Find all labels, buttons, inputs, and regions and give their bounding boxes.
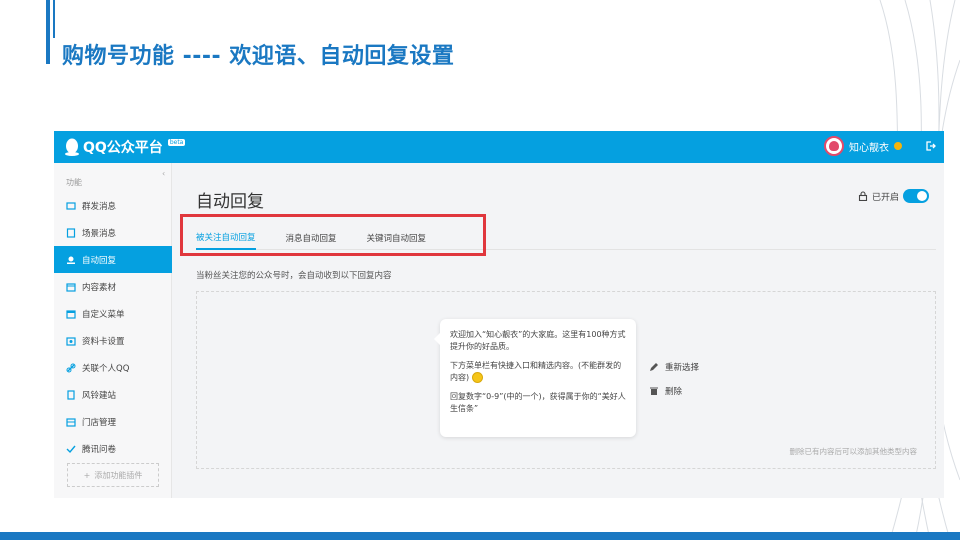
sidebar-item-label: 门店管理	[82, 417, 117, 428]
beta-badge: beta	[167, 138, 186, 146]
add-plugin-label: 添加功能插件	[94, 470, 143, 480]
material-icon	[66, 282, 76, 292]
lock-icon	[858, 191, 868, 201]
sidebar-menu: 群发消息 场景消息 自动回复 内容素材 自定义菜单 资料卡设置 关联个人QQ 风…	[54, 192, 172, 462]
profile-card-icon	[66, 336, 76, 346]
sidebar-item-store[interactable]: 门店管理	[54, 408, 172, 435]
qq-penguin-icon	[65, 138, 79, 156]
survey-icon	[66, 444, 76, 454]
title-accent-line	[53, 0, 55, 38]
bubble-tail	[434, 333, 440, 345]
main-content: 自动回复 已开启 被关注自动回复 消息自动回复 关键词自动回复 当粉丝关注您的公…	[172, 163, 944, 498]
sidebar: 功能 ‹ 群发消息 场景消息 自动回复 内容素材 自定义菜单 资料卡设置 关联个…	[54, 163, 172, 498]
delete-hint: 删除已有内容后可以添加其他类型内容	[789, 447, 918, 456]
sidebar-item-profile-card[interactable]: 资料卡设置	[54, 327, 172, 354]
sidebar-item-label: 关联个人QQ	[82, 363, 130, 374]
title-accent-bar	[46, 0, 50, 64]
reselect-label: 重新选择	[665, 363, 700, 373]
broadcast-icon	[66, 201, 76, 211]
trash-icon	[650, 387, 658, 395]
link-icon	[66, 363, 76, 373]
store-icon	[66, 417, 76, 427]
sidebar-item-survey[interactable]: 腾讯问卷	[54, 435, 172, 462]
user-name: 知心靓衣	[849, 142, 889, 154]
sidebar-item-link-qq[interactable]: 关联个人QQ	[54, 354, 172, 381]
reply-description: 当粉丝关注您的公众号时，会自动收到以下回复内容	[196, 271, 392, 281]
reply-content-area: 欢迎加入“知心靓衣”的大家庭。这里有100种方式提升你的好品质。 下方菜单栏有快…	[196, 291, 936, 469]
sidebar-item-auto-reply[interactable]: 自动回复	[54, 246, 172, 273]
bubble-paragraph-1: 欢迎加入“知心靓衣”的大家庭。这里有100种方式提升你的好品质。	[450, 330, 626, 351]
sidebar-item-label: 资料卡设置	[82, 336, 125, 347]
slide-title: 购物号功能 ---- 欢迎语、自动回复设置	[62, 44, 455, 69]
auto-reply-icon	[66, 255, 76, 265]
avatar[interactable]	[824, 136, 844, 156]
platform-logo[interactable]: QQ公众平台 beta	[64, 137, 186, 157]
sidebar-item-broadcast[interactable]: 群发消息	[54, 192, 172, 219]
sidebar-item-scene[interactable]: 场景消息	[54, 219, 172, 246]
reply-message-bubble: 欢迎加入“知心靓衣”的大家庭。这里有100种方式提升你的好品质。 下方菜单栏有快…	[434, 319, 636, 437]
sidebar-item-label: 自动回复	[82, 255, 117, 266]
tabs-highlight-box	[180, 214, 486, 256]
reselect-button[interactable]: 重新选择	[649, 361, 699, 373]
delete-label: 删除	[665, 387, 683, 397]
sidebar-item-label: 群发消息	[82, 201, 117, 212]
platform-name: QQ公众平台	[83, 140, 163, 156]
sidebar-item-custom-menu[interactable]: 自定义菜单	[54, 300, 172, 327]
bottom-bar	[0, 532, 960, 540]
scene-icon	[66, 227, 76, 238]
auto-reply-toggle[interactable]	[903, 189, 930, 203]
sidebar-item-label: 腾讯问卷	[82, 444, 117, 455]
plus-icon: +	[83, 470, 91, 480]
logout-icon[interactable]	[924, 140, 936, 152]
top-bar: QQ公众平台 beta 知心靓衣	[54, 131, 944, 163]
menu-icon	[66, 309, 76, 319]
user-info[interactable]: 知心靓衣	[824, 136, 902, 156]
sidebar-heading: 功能	[66, 178, 82, 187]
auto-reply-status: 已开启	[858, 189, 930, 203]
sidebar-item-label: 场景消息	[82, 228, 117, 239]
app-window: QQ公众平台 beta 知心靓衣 功能 ‹ 群发消息 场景消息 自动回复 内容素…	[54, 131, 944, 498]
sidebar-item-site[interactable]: 风铃建站	[54, 381, 172, 408]
toggle-label: 已开启	[872, 192, 900, 203]
add-plugin-button[interactable]: + 添加功能插件	[67, 463, 159, 487]
smile-emoji-icon	[471, 372, 483, 383]
pencil-icon	[650, 363, 658, 371]
sidebar-item-label: 风铃建站	[82, 390, 117, 401]
sidebar-item-label: 内容素材	[82, 282, 117, 293]
verified-icon	[894, 142, 902, 150]
site-icon	[66, 389, 76, 400]
collapse-icon[interactable]: ‹	[162, 169, 165, 178]
bubble-paragraph-3: 回复数字“0-9”(中的一个)，获得属于你的“美好人生信条”	[450, 392, 626, 413]
page-title: 自动回复	[196, 192, 264, 212]
sidebar-item-label: 自定义菜单	[82, 309, 125, 320]
delete-button[interactable]: 删除	[649, 385, 682, 397]
sidebar-item-material[interactable]: 内容素材	[54, 273, 172, 300]
